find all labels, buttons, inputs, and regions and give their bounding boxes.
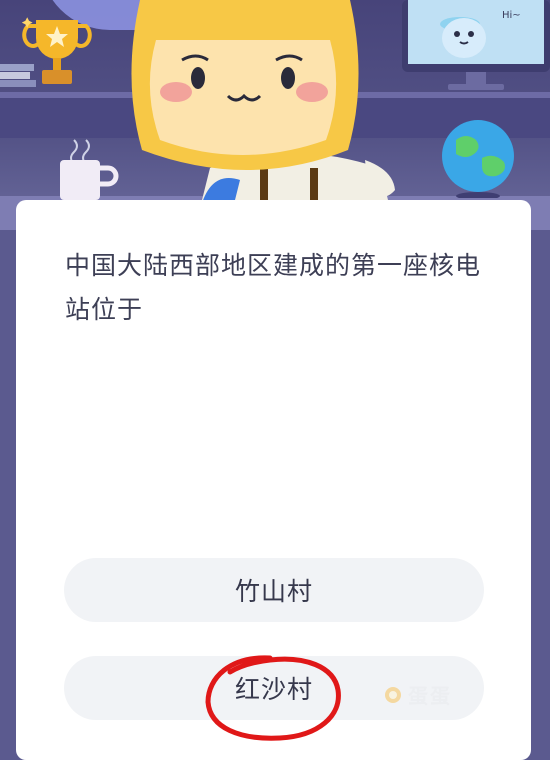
watermark-text: 蛋蛋 bbox=[408, 684, 452, 708]
books-icon bbox=[0, 64, 36, 87]
header-illustration: Hi~ bbox=[0, 0, 550, 230]
question-text: 中国大陆西部地区建成的第一座核电站位于 bbox=[65, 251, 482, 324]
sun-logo-icon bbox=[385, 686, 401, 703]
answer-option-1[interactable]: 竹山村 bbox=[64, 558, 484, 622]
globe-icon bbox=[442, 120, 514, 198]
monitor-greeting: Hi~ bbox=[502, 10, 521, 21]
watermark: 蛋蛋 bbox=[382, 680, 452, 709]
question-card: 中国大陆西部地区建成的第一座核电站位于 竹山村 红沙村 bbox=[16, 200, 531, 760]
monitor-icon: Hi~ bbox=[402, 0, 550, 90]
mascot-character bbox=[131, 0, 395, 230]
mug-icon bbox=[60, 139, 119, 200]
